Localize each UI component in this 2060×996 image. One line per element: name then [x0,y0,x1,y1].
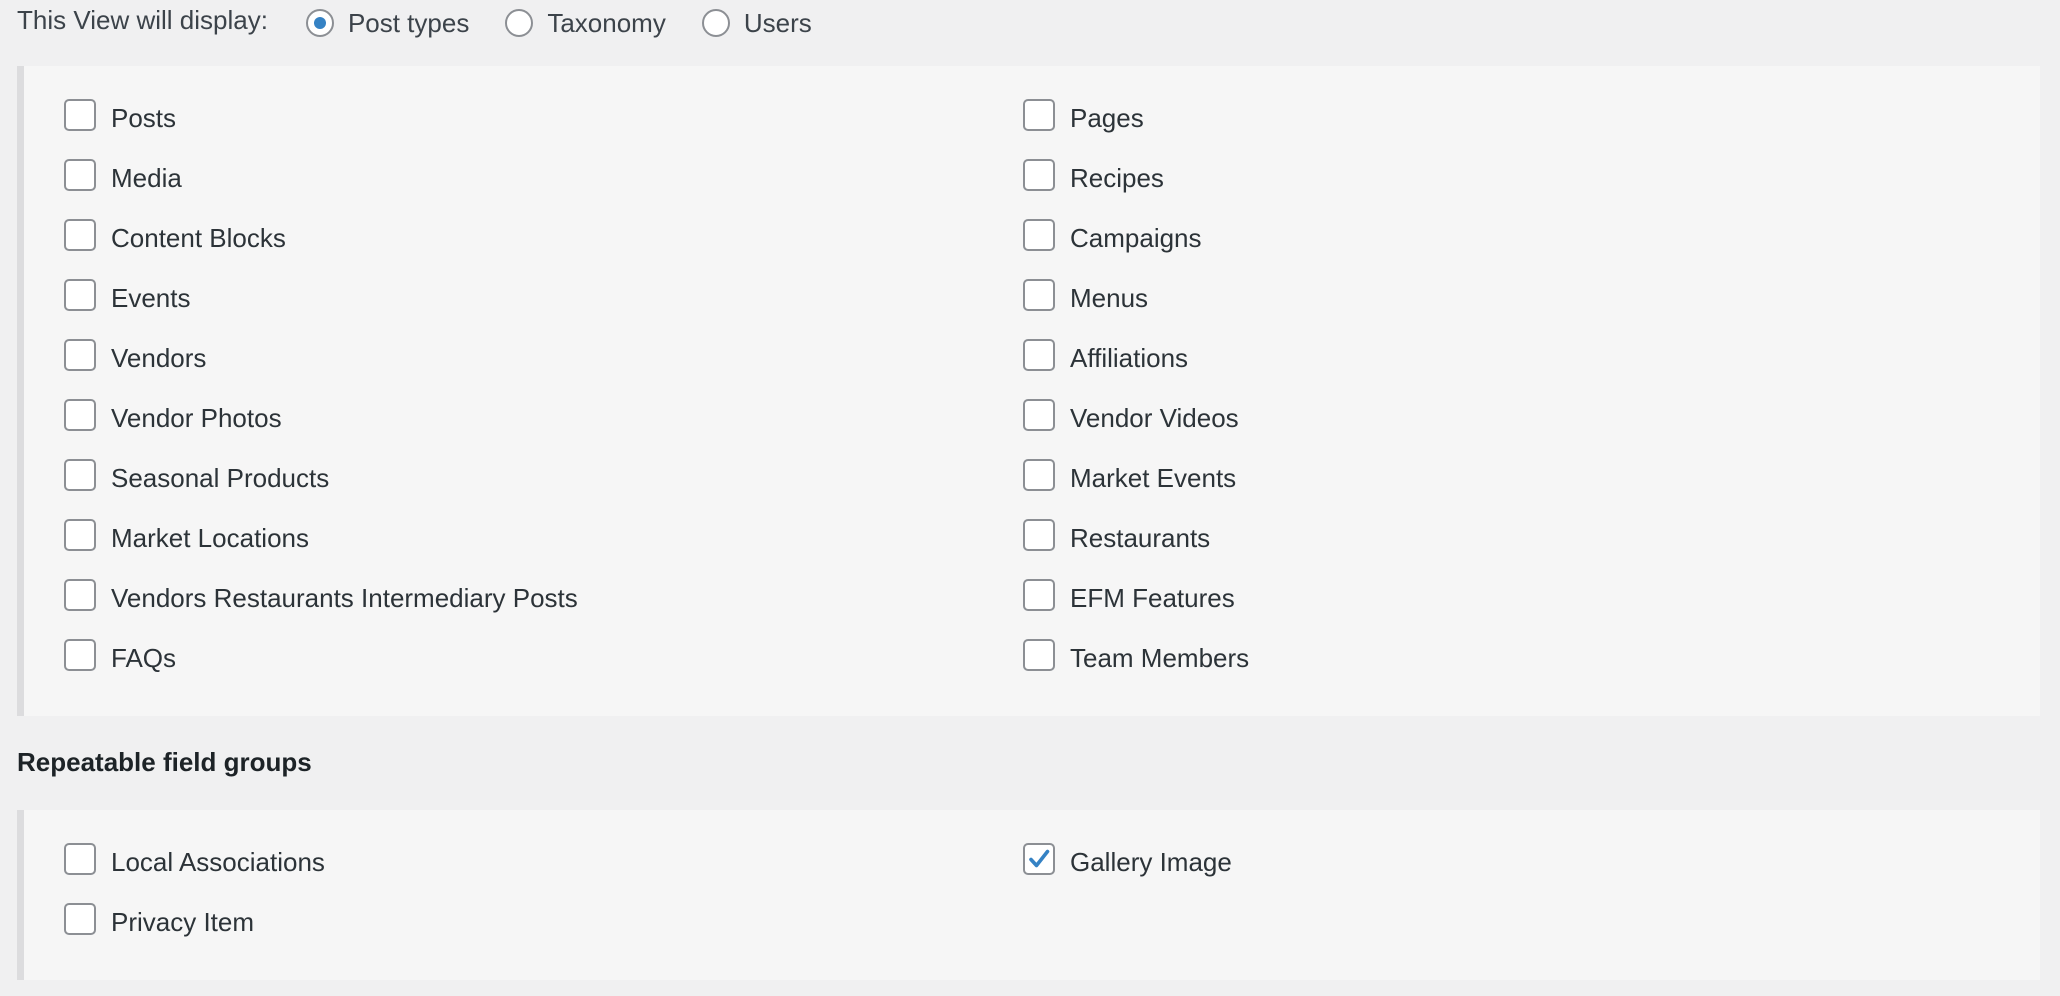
post-type-campaigns[interactable]: Campaigns [1023,218,1202,258]
post-type-efm-features-label[interactable]: EFM Features [1070,583,1235,614]
post-type-seasonal-products-checkbox[interactable] [64,459,96,491]
post-type-seasonal-products-label[interactable]: Seasonal Products [111,463,329,494]
post-type-content-blocks[interactable]: Content Blocks [64,218,286,258]
post-type-content-blocks-checkbox[interactable] [64,219,96,251]
users-radio-label[interactable]: Users [744,8,812,39]
post-types-panel: Posts Media Content Blocks Events Vendor… [17,66,2040,716]
taxonomy-radio[interactable] [505,9,534,37]
post-types-radio-option[interactable]: Post types [305,8,469,39]
field-group-local-associations-label[interactable]: Local Associations [111,847,325,878]
post-type-content-blocks-label[interactable]: Content Blocks [111,223,286,254]
post-type-team-members[interactable]: Team Members [1023,638,1249,678]
post-type-pages-checkbox[interactable] [1023,99,1055,131]
post-type-events-checkbox[interactable] [64,279,96,311]
post-type-efm-features[interactable]: EFM Features [1023,578,1235,618]
post-type-media-label[interactable]: Media [111,163,182,194]
post-type-recipes[interactable]: Recipes [1023,158,1164,198]
view-display-selector: This View will display: Post types Taxon… [17,0,848,46]
field-group-privacy-item[interactable]: Privacy Item [64,902,254,942]
post-type-vendor-photos-checkbox[interactable] [64,399,96,431]
post-type-affiliations-label[interactable]: Affiliations [1070,343,1188,374]
post-type-pages-label[interactable]: Pages [1070,103,1144,134]
post-type-faqs-checkbox[interactable] [64,639,96,671]
post-type-restaurants-label[interactable]: Restaurants [1070,523,1210,554]
post-type-media[interactable]: Media [64,158,182,198]
post-type-vendors-restaurants-intermediary-posts[interactable]: Vendors Restaurants Intermediary Posts [64,578,578,618]
post-type-vendors-label[interactable]: Vendors [111,343,206,374]
post-type-affiliations[interactable]: Affiliations [1023,338,1188,378]
post-type-posts[interactable]: Posts [64,98,176,138]
field-group-gallery-image-checkbox[interactable] [1023,843,1055,875]
post-type-vendors-restaurants-intermediary-posts-checkbox[interactable] [64,579,96,611]
post-type-affiliations-checkbox[interactable] [1023,339,1055,371]
post-type-market-locations-checkbox[interactable] [64,519,96,551]
post-type-team-members-label[interactable]: Team Members [1070,643,1249,674]
post-type-recipes-checkbox[interactable] [1023,159,1055,191]
field-group-local-associations[interactable]: Local Associations [64,842,325,882]
field-group-gallery-image[interactable]: Gallery Image [1023,842,1232,882]
taxonomy-radio-option[interactable]: Taxonomy [505,8,666,39]
post-types-radio-label[interactable]: Post types [348,8,469,39]
view-display-label: This View will display: [17,4,268,35]
post-type-team-members-checkbox[interactable] [1023,639,1055,671]
post-type-vendor-videos[interactable]: Vendor Videos [1023,398,1239,438]
post-type-vendors[interactable]: Vendors [64,338,206,378]
field-group-gallery-image-label[interactable]: Gallery Image [1070,847,1232,878]
post-type-vendor-videos-label[interactable]: Vendor Videos [1070,403,1239,434]
post-types-radio[interactable] [305,9,334,37]
post-type-pages[interactable]: Pages [1023,98,1144,138]
post-type-posts-checkbox[interactable] [64,99,96,131]
post-type-menus-checkbox[interactable] [1023,279,1055,311]
field-group-local-associations-checkbox[interactable] [64,843,96,875]
post-type-events[interactable]: Events [64,278,191,318]
post-type-vendor-photos[interactable]: Vendor Photos [64,398,282,438]
field-group-privacy-item-label[interactable]: Privacy Item [111,907,254,938]
post-type-vendor-videos-checkbox[interactable] [1023,399,1055,431]
taxonomy-radio-label[interactable]: Taxonomy [547,8,666,39]
post-type-market-locations[interactable]: Market Locations [64,518,309,558]
checkmark-icon [1029,849,1050,868]
post-type-campaigns-checkbox[interactable] [1023,219,1055,251]
post-type-market-locations-label[interactable]: Market Locations [111,523,309,554]
post-type-market-events-label[interactable]: Market Events [1070,463,1236,494]
users-radio[interactable] [701,9,730,37]
post-type-faqs-label[interactable]: FAQs [111,643,176,674]
post-type-market-events[interactable]: Market Events [1023,458,1236,498]
post-type-vendors-restaurants-intermediary-posts-label[interactable]: Vendors Restaurants Intermediary Posts [111,583,578,614]
post-type-posts-label[interactable]: Posts [111,103,176,134]
repeatable-field-groups-panel: Local Associations Privacy Item Gallery … [17,810,2040,980]
post-type-vendors-checkbox[interactable] [64,339,96,371]
post-type-seasonal-products[interactable]: Seasonal Products [64,458,329,498]
field-group-privacy-item-checkbox[interactable] [64,903,96,935]
post-type-efm-features-checkbox[interactable] [1023,579,1055,611]
post-type-recipes-label[interactable]: Recipes [1070,163,1164,194]
post-type-events-label[interactable]: Events [111,283,191,314]
post-type-market-events-checkbox[interactable] [1023,459,1055,491]
post-type-restaurants[interactable]: Restaurants [1023,518,1210,558]
post-type-restaurants-checkbox[interactable] [1023,519,1055,551]
users-radio-option[interactable]: Users [701,8,812,39]
post-type-vendor-photos-label[interactable]: Vendor Photos [111,403,282,434]
repeatable-field-groups-title: Repeatable field groups [17,747,312,777]
post-type-campaigns-label[interactable]: Campaigns [1070,223,1202,254]
post-type-menus[interactable]: Menus [1023,278,1148,318]
post-type-menus-label[interactable]: Menus [1070,283,1148,314]
post-type-faqs[interactable]: FAQs [64,638,176,678]
post-type-media-checkbox[interactable] [64,159,96,191]
